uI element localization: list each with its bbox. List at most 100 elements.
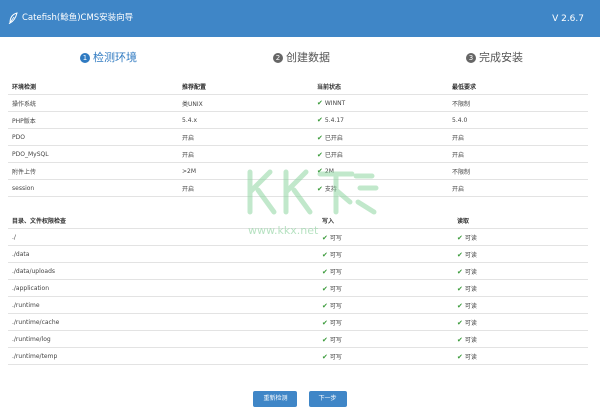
- perm-read: ✔ 可读: [453, 262, 588, 280]
- perm-path: ./runtime/temp: [8, 347, 318, 365]
- read-status: 可读: [464, 336, 477, 344]
- write-status: 可写: [329, 268, 342, 276]
- column-header: 当前状态: [313, 78, 448, 95]
- action-bar: 重新检测 下一步: [0, 385, 600, 407]
- step-label: 检测环境: [93, 51, 137, 64]
- read-status: 可读: [464, 319, 477, 327]
- table-row: PDO_MySQL 开启 ✔ 已开启 开启: [8, 145, 588, 163]
- write-status: 可写: [329, 319, 342, 327]
- env-current: ✔ WINNT: [313, 94, 448, 112]
- write-status: 可写: [329, 285, 342, 293]
- check-icon: ✔: [317, 116, 323, 124]
- read-status: 可读: [464, 302, 477, 310]
- leaf-icon: [8, 12, 18, 24]
- env-minimum: 开启: [448, 128, 588, 146]
- env-item: 操作系统: [8, 94, 178, 112]
- env-current: ✔ 2M: [313, 162, 448, 180]
- perm-read: ✔ 可读: [453, 279, 588, 297]
- check-icon: ✔: [322, 267, 328, 276]
- perm-read: ✔ 可读: [453, 330, 588, 348]
- perm-write: ✔ 可写: [318, 347, 453, 365]
- perm-read: ✔ 可读: [453, 228, 588, 246]
- env-recommended: 开启: [178, 145, 313, 163]
- perm-read: ✔ 可读: [453, 245, 588, 263]
- table-row: 操作系统 类UNIX ✔ WINNT 不限制: [8, 94, 588, 112]
- perm-path: ./data/uploads: [8, 262, 318, 280]
- check-icon: ✔: [322, 301, 328, 310]
- env-minimum: 开启: [448, 145, 588, 163]
- perm-path: ./runtime/log: [8, 330, 318, 348]
- step-number-icon: 1: [80, 53, 90, 63]
- table-row: ./data ✔ 可写 ✔ 可读: [8, 245, 588, 263]
- recheck-button[interactable]: 重新检测: [253, 391, 298, 407]
- table-row: 附件上传 >2M ✔ 2M 不限制: [8, 162, 588, 180]
- perm-read: ✔ 可读: [453, 347, 588, 365]
- check-icon: ✔: [317, 167, 323, 175]
- perm-path: ./runtime/cache: [8, 313, 318, 331]
- check-icon: ✔: [322, 284, 328, 293]
- perm-write: ✔ 可写: [318, 262, 453, 280]
- permission-check-table: 目录、文件权限检查 写入 读取 ./ ✔ 可写 ✔ 可读 ./data ✔ 可写 ✔ 可…: [8, 212, 588, 365]
- table-row: session 开启 ✔ 支持 开启: [8, 179, 588, 197]
- write-status: 可写: [329, 302, 342, 310]
- version-label: V 2.6.7: [552, 14, 584, 24]
- perm-write: ✔ 可写: [318, 228, 453, 246]
- table-row: ./runtime/log ✔ 可写 ✔ 可读: [8, 330, 588, 348]
- check-icon: ✔: [457, 335, 463, 344]
- env-minimum: 不限制: [448, 94, 588, 112]
- column-header: 最低要求: [448, 78, 588, 95]
- env-current: ✔ 5.4.17: [313, 111, 448, 129]
- env-current: ✔ 已开启: [313, 145, 448, 163]
- env-recommended: 开启: [178, 128, 313, 146]
- check-icon: ✔: [322, 233, 328, 242]
- env-current-value: 已开启: [324, 151, 343, 159]
- env-minimum: 开启: [448, 179, 588, 197]
- table-row: ./ ✔ 可写 ✔ 可读: [8, 228, 588, 246]
- check-icon: ✔: [322, 335, 328, 344]
- env-recommended: 5.4.x: [178, 111, 313, 129]
- table-row: ./runtime/temp ✔ 可写 ✔ 可读: [8, 347, 588, 365]
- env-current-value: 5.4.17: [324, 117, 344, 124]
- step-number-icon: 3: [466, 53, 476, 63]
- column-header: 读取: [453, 212, 588, 229]
- env-current-value: 支持: [324, 185, 337, 193]
- check-icon: ✔: [457, 233, 463, 242]
- column-header: 推荐配置: [178, 78, 313, 95]
- env-current-value: WINNT: [324, 100, 346, 107]
- write-status: 可写: [329, 251, 342, 259]
- check-icon: ✔: [322, 250, 328, 259]
- install-steps: 1 检测环境 2 创建数据 3 完成安装: [0, 48, 600, 68]
- check-icon: ✔: [317, 184, 323, 193]
- check-icon: ✔: [457, 318, 463, 327]
- env-minimum: 不限制: [448, 162, 588, 180]
- table-row: PDO 开启 ✔ 已开启 开启: [8, 128, 588, 146]
- env-recommended: 开启: [178, 179, 313, 197]
- table-row: ./application ✔ 可写 ✔ 可读: [8, 279, 588, 297]
- read-status: 可读: [464, 251, 477, 259]
- check-icon: ✔: [322, 352, 328, 361]
- env-recommended: 类UNIX: [178, 94, 313, 112]
- check-icon: ✔: [457, 352, 463, 361]
- check-icon: ✔: [457, 250, 463, 259]
- column-header: 环境检测: [8, 78, 178, 95]
- table-row: PHP版本 5.4.x ✔ 5.4.17 5.4.0: [8, 111, 588, 129]
- read-status: 可读: [464, 234, 477, 242]
- perm-read: ✔ 可读: [453, 313, 588, 331]
- perm-write: ✔ 可写: [318, 245, 453, 263]
- table-row: ./data/uploads ✔ 可写 ✔ 可读: [8, 262, 588, 280]
- perm-write: ✔ 可写: [318, 313, 453, 331]
- table-row: ./runtime/cache ✔ 可写 ✔ 可读: [8, 313, 588, 331]
- write-status: 可写: [329, 353, 342, 361]
- step-label: 创建数据: [286, 51, 330, 64]
- perm-path: ./data: [8, 245, 318, 263]
- check-icon: ✔: [457, 267, 463, 276]
- column-header: 写入: [318, 212, 453, 229]
- env-item: 附件上传: [8, 162, 178, 180]
- check-icon: ✔: [317, 133, 323, 142]
- write-status: 可写: [329, 234, 342, 242]
- step-check-env: 1 检测环境: [80, 48, 137, 68]
- next-button[interactable]: 下一步: [308, 391, 347, 407]
- env-current-value: 已开启: [324, 134, 343, 142]
- table-header-row: 环境检测 推荐配置 当前状态 最低要求: [8, 78, 588, 95]
- perm-read: ✔ 可读: [453, 296, 588, 314]
